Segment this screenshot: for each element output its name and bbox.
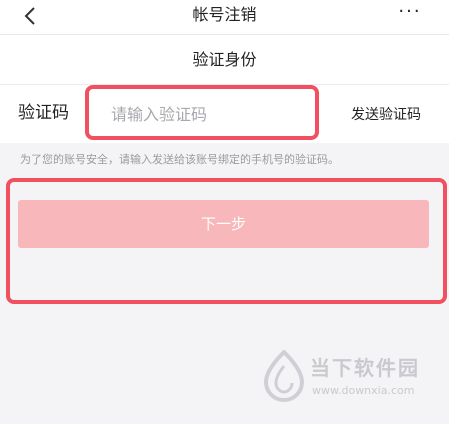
top-bar: 帐号注销 ··· [0, 0, 449, 34]
verification-code-input[interactable] [109, 101, 303, 127]
more-options-button[interactable]: ··· [393, 2, 427, 26]
section-title: 验证身份 [192, 50, 257, 69]
verification-code-label: 验证码 [18, 103, 69, 123]
verification-code-input-highlight [85, 85, 319, 140]
security-notice: 为了您的账号安全，请输入发送给该账号绑定的手机号的验证码。 [20, 153, 339, 166]
send-code-button[interactable]: 发送验证码 [351, 105, 421, 125]
next-step-button[interactable]: 下一步 [18, 200, 429, 248]
verification-code-row: 验证码 发送验证码 [0, 84, 449, 143]
watermark-text: 当下软件园 [310, 356, 420, 380]
downxia-logo-icon [263, 350, 305, 402]
watermark: 当下软件园 www.downxia.com [262, 350, 442, 410]
page-title: 帐号注销 [192, 5, 257, 24]
section-header: 验证身份 [0, 34, 449, 85]
watermark-url: www.downxia.com [312, 384, 415, 397]
